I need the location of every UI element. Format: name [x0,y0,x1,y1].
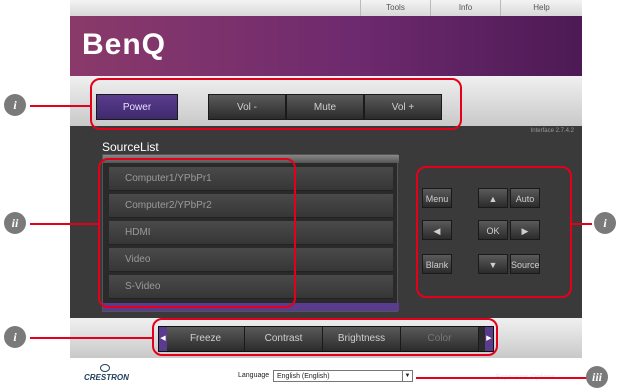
callout-box-navigation-pad [416,166,572,298]
callout-marker-iii: iii [586,366,608,388]
chevron-down-icon: ▼ [402,371,412,381]
callout-box-power-volume [90,78,462,130]
callout-marker-ii: ii [4,212,26,234]
leader-line-4 [30,337,154,339]
leader-line-2 [30,223,100,225]
crestron-wordmark: CRESTRON [84,373,129,382]
leader-line-3 [570,223,592,225]
callout-marker-i: i [4,94,26,116]
source-list-title: SourceList [102,140,159,154]
callout-box-picture-controls [152,318,498,356]
callout-box-source-list [98,158,296,308]
language-label: Language [238,372,270,379]
interface-version: Interface 2.7.4.2 [530,128,574,134]
crestron-emblem-icon [100,364,110,372]
top-menu-bar: Tools Info Help [70,0,582,16]
callout-marker-i-bottom: i [4,326,26,348]
tools-link[interactable]: Tools [360,0,430,16]
crestron-logo: CRESTRON [84,364,129,386]
benq-logo: BenQ [82,28,167,61]
language-value: English (English) [277,373,330,380]
callout-marker-i-right: i [594,212,616,234]
info-link[interactable]: Info [430,0,500,16]
help-link[interactable]: Help [500,0,582,16]
header-banner: BenQ [70,16,582,76]
leader-line-1 [30,105,92,107]
language-select[interactable]: English (English) ▼ [273,370,413,382]
leader-line-5 [416,377,588,379]
